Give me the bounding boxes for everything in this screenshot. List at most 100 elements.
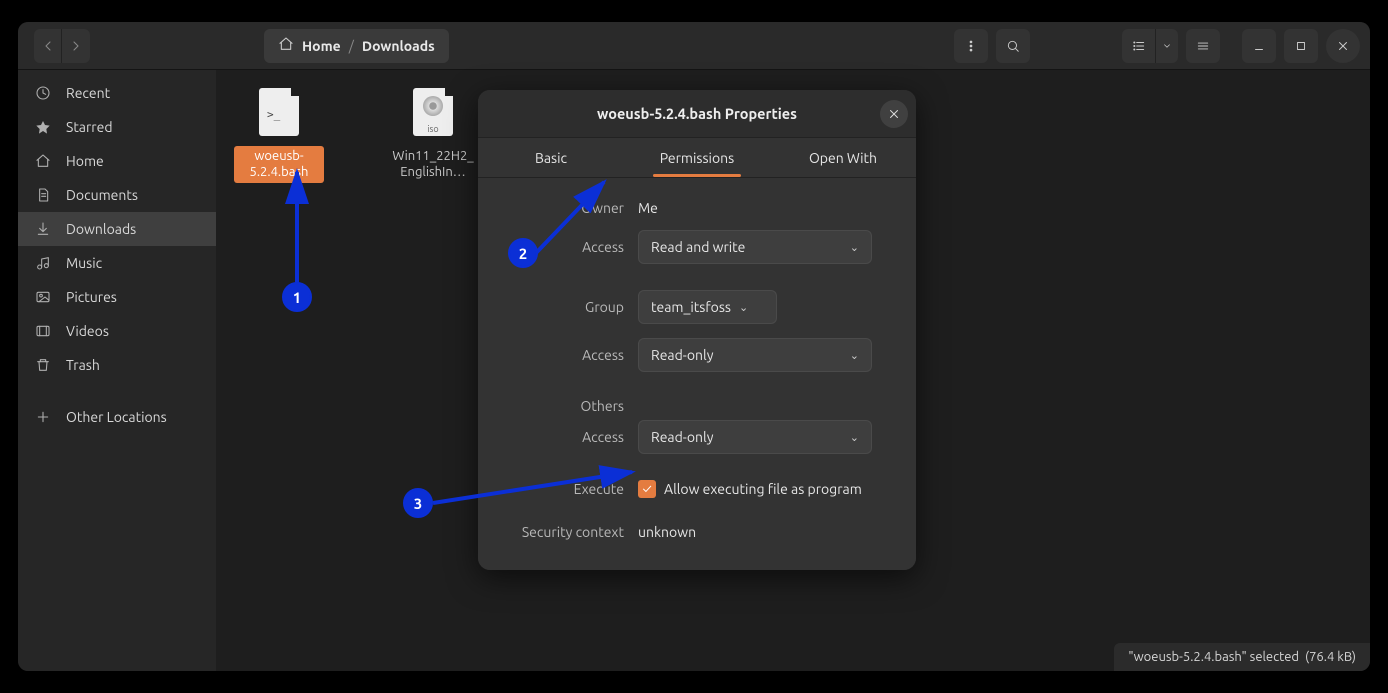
execute-checkbox-label: Allow executing file as program [664,481,862,497]
group-label: Group [506,299,624,315]
hamburger-icon [1196,39,1210,53]
breadcrumb-home[interactable]: Home [302,38,341,54]
sidebar-item-label: Videos [66,323,109,339]
close-window-button[interactable] [1326,29,1360,63]
security-context-value: unknown [638,524,696,540]
dialog-close-button[interactable] [880,100,908,128]
sidebar-item-downloads[interactable]: Downloads [18,212,216,246]
minimize-button[interactable] [1242,29,1276,63]
dialog-header: woeusb-5.2.4.bash Properties [478,90,916,138]
home-icon [278,36,294,55]
star-icon [34,119,52,135]
file-label: Win11_22H2_EnglishIn… [388,146,478,183]
breadcrumb[interactable]: Home / Downloads [264,29,449,63]
script-file-icon: >_ [251,82,307,142]
properties-dialog: woeusb-5.2.4.bash Properties Basic Permi… [478,90,916,570]
music-icon [34,255,52,271]
sidebar-item-trash[interactable]: Trash [18,348,216,382]
sidebar-item-home[interactable]: Home [18,144,216,178]
hamburger-menu-button[interactable] [1186,29,1220,63]
breadcrumb-separator: / [349,38,354,54]
status-bar: "woeusb-5.2.4.bash" selected (76.4 kB) [1114,643,1370,671]
dialog-body: Owner Me Access Read and write ⌄ Group t… [478,178,916,570]
status-size: (76.4 kB) [1305,650,1356,664]
sidebar: Recent Starred Home Documents Downloads … [18,70,216,671]
chevron-down-icon: ⌄ [850,349,859,362]
status-text: "woeusb-5.2.4.bash" selected [1128,650,1299,664]
view-switcher [1122,29,1178,63]
list-view-button[interactable] [1122,29,1156,63]
kebab-icon [964,39,978,53]
others-label: Others [506,398,624,414]
sidebar-item-label: Trash [66,357,100,373]
dialog-tabs: Basic Permissions Open With [478,138,916,178]
clock-icon [34,85,52,101]
sidebar-item-documents[interactable]: Documents [18,178,216,212]
sidebar-item-label: Other Locations [66,409,167,425]
file-item-woeusb[interactable]: >_ woeusb-5.2.4.bash [234,82,324,183]
header-bar: Home / Downloads [18,22,1370,70]
others-access-label: Access [506,429,624,445]
owner-label: Owner [506,200,624,216]
document-icon [34,187,52,203]
breadcrumb-current[interactable]: Downloads [362,38,435,54]
chevron-left-icon [40,38,56,54]
dialog-title: woeusb-5.2.4.bash Properties [597,105,797,122]
sidebar-item-label: Documents [66,187,138,203]
maximize-button[interactable] [1284,29,1318,63]
sidebar-item-starred[interactable]: Starred [18,110,216,144]
chevron-down-icon [1162,41,1172,51]
tab-open-with[interactable]: Open With [770,138,916,177]
chevron-down-icon: ⌄ [850,241,859,254]
pictures-icon [34,289,52,305]
execute-label: Execute [506,481,624,497]
annotation-badge-1: 1 [282,282,312,312]
file-label: woeusb-5.2.4.bash [234,146,324,183]
forward-button[interactable] [62,29,90,63]
back-button[interactable] [34,29,62,63]
execute-checkbox[interactable]: ✓ [638,480,656,498]
close-icon [1336,39,1350,53]
group-select[interactable]: team_itsfoss ⌄ [638,290,777,324]
sidebar-item-videos[interactable]: Videos [18,314,216,348]
nav-button-group [34,29,90,63]
sidebar-item-label: Downloads [66,221,136,237]
security-context-label: Security context [506,524,624,540]
more-options-button[interactable] [954,29,988,63]
annotation-badge-2: 2 [508,238,538,268]
file-item-win11[interactable]: iso Win11_22H2_EnglishIn… [388,82,478,183]
plus-icon [34,409,52,425]
sidebar-item-music[interactable]: Music [18,246,216,280]
tab-permissions[interactable]: Permissions [624,138,770,177]
sidebar-item-label: Pictures [66,289,117,305]
list-icon [1132,39,1146,53]
close-icon [887,107,901,121]
minimize-icon [1252,39,1266,53]
chevron-down-icon: ⌄ [850,431,859,444]
sidebar-item-label: Starred [66,119,113,135]
annotation-badge-3: 3 [403,488,433,518]
group-access-select[interactable]: Read-only ⌄ [638,338,872,372]
tab-basic[interactable]: Basic [478,138,624,177]
home-icon [34,153,52,169]
owner-value: Me [638,200,658,216]
search-button[interactable] [996,29,1030,63]
maximize-icon [1294,39,1308,53]
sidebar-item-label: Home [66,153,104,169]
sidebar-item-label: Recent [66,85,110,101]
trash-icon [34,357,52,373]
sidebar-item-other-locations[interactable]: Other Locations [18,400,216,434]
sidebar-item-label: Music [66,255,102,271]
group-access-label: Access [506,347,624,363]
sidebar-item-recent[interactable]: Recent [18,76,216,110]
others-access-select[interactable]: Read-only ⌄ [638,420,872,454]
video-icon [34,323,52,339]
search-icon [1006,39,1020,53]
chevron-down-icon: ⌄ [739,301,748,314]
chevron-right-icon [68,38,84,54]
iso-file-icon: iso [405,82,461,142]
owner-access-select[interactable]: Read and write ⌄ [638,230,872,264]
sidebar-item-pictures[interactable]: Pictures [18,280,216,314]
view-dropdown-button[interactable] [1156,29,1178,63]
download-icon [34,221,52,237]
